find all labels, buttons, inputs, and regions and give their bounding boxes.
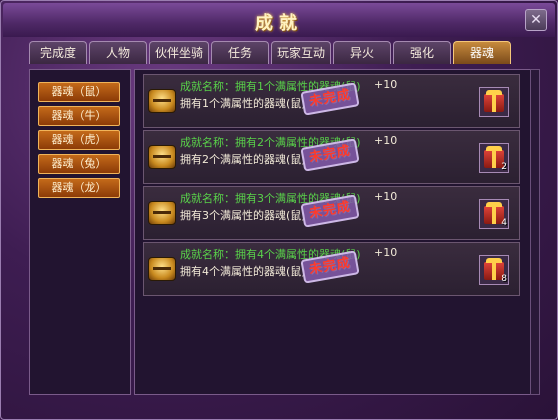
reward-count: 2 (501, 162, 507, 172)
sidebar-item-dragon[interactable]: 器魂（龙） (38, 178, 120, 198)
scrollbar[interactable] (530, 69, 540, 395)
achievement-points: +10 (374, 134, 398, 147)
achievement-desc: 拥有3个满属性的器魂(鼠) (180, 209, 306, 222)
sidebar-item-tiger[interactable]: 器魂（虎） (38, 130, 120, 150)
treasure-chest-icon (148, 201, 176, 225)
reward-count: 8 (501, 274, 507, 284)
title-bar: 成就 ✕ (3, 3, 555, 37)
tab-strange-fire[interactable]: 异火 (333, 41, 392, 64)
treasure-chest-icon (148, 145, 176, 169)
category-sidebar: 器魂（鼠） 器魂（牛） 器魂（虎） 器魂（兔） 器魂（龙） (29, 69, 131, 395)
achievement-window: 成就 ✕ 完成度 人物 伙伴坐骑 任务 玩家互动 异火 强化 器魂 器魂（鼠） … (0, 0, 558, 420)
tab-enhance[interactable]: 强化 (393, 41, 452, 64)
tab-completion[interactable]: 完成度 (29, 41, 87, 64)
achievement-desc: 拥有2个满属性的器魂(鼠) (180, 153, 306, 166)
treasure-chest-icon (148, 89, 176, 113)
achievement-points: +10 (374, 246, 398, 259)
window-title: 成就 (255, 13, 303, 34)
reward-slot[interactable]: 8 (479, 255, 509, 285)
sidebar-item-ox[interactable]: 器魂（牛） (38, 106, 120, 126)
achievement-row: 成就名称：拥有2个满属性的器魂(鼠) +10 拥有2个满属性的器魂(鼠) 未完成… (143, 130, 520, 184)
reward-slot[interactable]: 2 (479, 143, 509, 173)
reward-count: 4 (501, 218, 507, 228)
tab-partner-mount[interactable]: 伙伴坐骑 (149, 41, 210, 64)
sidebar-item-rabbit[interactable]: 器魂（兔） (38, 154, 120, 174)
tab-quest[interactable]: 任务 (211, 41, 270, 64)
tab-character[interactable]: 人物 (89, 41, 147, 64)
achievement-points: +10 (374, 78, 398, 91)
tab-bar: 完成度 人物 伙伴坐骑 任务 玩家互动 异火 强化 器魂 (29, 41, 513, 65)
achievement-points: +10 (374, 190, 398, 203)
reward-slot[interactable] (479, 87, 509, 117)
achievement-row: 成就名称：拥有3个满属性的器魂(鼠) +10 拥有3个满属性的器魂(鼠) 未完成… (143, 186, 520, 240)
treasure-chest-icon (148, 257, 176, 281)
achievement-row: 成就名称：拥有4个满属性的器魂(鼠) +10 拥有4个满属性的器魂(鼠) 未完成… (143, 242, 520, 296)
achievement-row: 成就名称：拥有1个满属性的器魂(鼠) +10 拥有1个满属性的器魂(鼠) 未完成 (143, 74, 520, 128)
tab-player-interaction[interactable]: 玩家互动 (271, 41, 332, 64)
reward-slot[interactable]: 4 (479, 199, 509, 229)
achievement-desc: 拥有1个满属性的器魂(鼠) (180, 97, 306, 110)
gift-box-icon (484, 90, 504, 112)
achievement-list: 成就名称：拥有1个满属性的器魂(鼠) +10 拥有1个满属性的器魂(鼠) 未完成… (134, 69, 531, 395)
close-icon[interactable]: ✕ (525, 9, 547, 31)
achievement-desc: 拥有4个满属性的器魂(鼠) (180, 265, 306, 278)
tab-artifact-soul[interactable]: 器魂 (453, 41, 512, 64)
sidebar-item-rat[interactable]: 器魂（鼠） (38, 82, 120, 102)
